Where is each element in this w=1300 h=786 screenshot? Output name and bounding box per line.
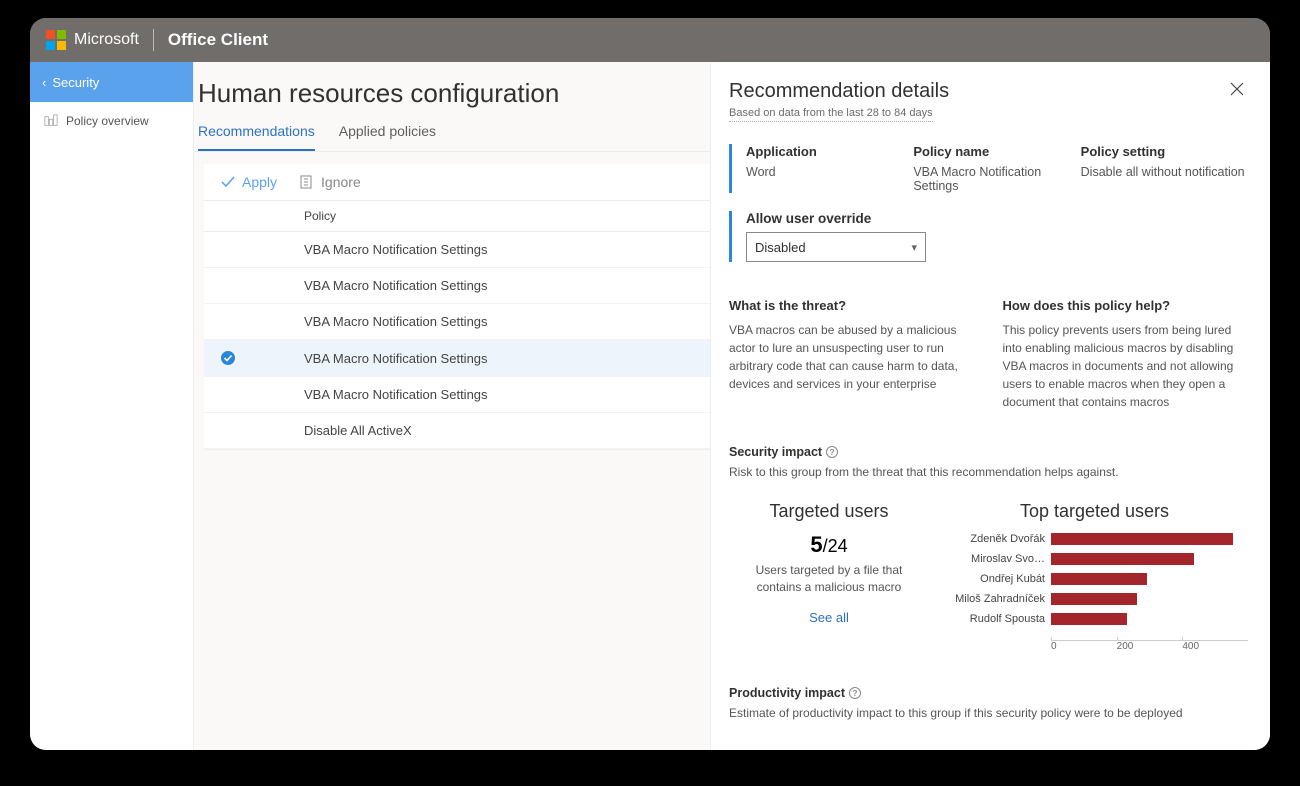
chart-axis-tick: 400 [1182, 641, 1248, 652]
sidebar-item-policy-overview[interactable]: Policy overview [30, 102, 193, 140]
chart-bar-row: Ondřej Kubát [941, 570, 1248, 588]
targeted-title: Targeted users [729, 501, 929, 522]
recommendation-details-panel: Recommendation details Based on data fro… [710, 62, 1270, 750]
targeted-caption: Users targeted by a file that contains a… [749, 562, 909, 596]
override-label: Allow user override [746, 211, 1248, 226]
sidebar: ‹ Security Policy overview [30, 62, 194, 750]
chevron-left-icon: ‹ [42, 75, 46, 90]
productivity-impact-sub: Estimate of productivity impact to this … [729, 706, 1248, 720]
productivity-impact-heading: Productivity impact ? [729, 686, 1248, 700]
chart-bar-fill [1051, 533, 1233, 545]
policy-setting-value: Disable all without notification [1081, 165, 1248, 179]
chart-bar-label: Miroslav Svo… [941, 553, 1051, 565]
top-targeted-users-chart: Top targeted users Zdeněk Dvořák Miroslav… [941, 501, 1248, 652]
policy-help-heading: How does this policy help? [1003, 298, 1249, 313]
brand-name: Microsoft [74, 31, 139, 49]
chart-axis-tick: 0 [1051, 641, 1117, 652]
checkmark-icon [220, 174, 236, 190]
chart-bar-row: Miroslav Svo… [941, 550, 1248, 568]
chart-bar-label: Zdeněk Dvořák [941, 533, 1051, 545]
close-button[interactable] [1226, 80, 1248, 103]
details-subtitle: Based on data from the last 28 to 84 day… [729, 107, 933, 122]
application-value: Word [746, 165, 913, 179]
ignore-button[interactable]: Ignore [299, 174, 361, 190]
chart-bar-label: Ondřej Kubát [941, 573, 1051, 585]
override-dropdown[interactable]: Disabled ▾ [746, 232, 926, 262]
policy-name-value: VBA Macro Notification Settings [913, 165, 1080, 193]
policy-help-text: This policy prevents users from being lu… [1003, 321, 1249, 411]
chart-bar-fill [1051, 613, 1127, 625]
security-impact-heading: Security impact ? [729, 445, 1248, 459]
global-header: Microsoft Office Client [30, 18, 1270, 62]
chevron-down-icon: ▾ [911, 241, 917, 254]
apply-button[interactable]: Apply [220, 174, 277, 190]
chart-bar-label: Rudolf Spousta [941, 613, 1051, 625]
chart-bar-label: Miloš Zahradníček [941, 593, 1051, 605]
chart-bar-fill [1051, 553, 1194, 565]
see-all-link[interactable]: See all [729, 610, 929, 625]
sidebar-item-label: Policy overview [66, 114, 149, 128]
details-title: Recommendation details [729, 80, 949, 103]
tab-applied-policies[interactable]: Applied policies [339, 123, 436, 151]
close-icon [1230, 82, 1244, 96]
row-check-icon[interactable] [218, 350, 238, 366]
chart-bar-fill [1051, 573, 1147, 585]
application-label: Application [746, 144, 913, 159]
chart-bar-row: Zdeněk Dvořák [941, 530, 1248, 548]
policy-setting-label: Policy setting [1081, 144, 1248, 159]
microsoft-logo: Microsoft [46, 30, 139, 50]
policy-name-label: Policy name [913, 144, 1080, 159]
security-impact-sub: Risk to this group from the threat that … [729, 465, 1248, 479]
chart-bar-row: Rudolf Spousta [941, 610, 1248, 628]
microsoft-logo-icon [46, 30, 66, 50]
targeted-count: 5/24 [729, 532, 929, 558]
info-icon[interactable]: ? [826, 446, 838, 458]
threat-heading: What is the threat? [729, 298, 975, 313]
targeted-users-stat: Targeted users 5/24 Users targeted by a … [729, 501, 929, 652]
sidebar-back-label: Security [52, 75, 99, 90]
chart-title: Top targeted users [941, 501, 1248, 522]
info-icon[interactable]: ? [849, 687, 861, 699]
ignore-icon [299, 174, 315, 190]
policy-overview-icon [44, 114, 58, 128]
tab-recommendations[interactable]: Recommendations [198, 123, 315, 151]
sidebar-back-security[interactable]: ‹ Security [30, 62, 193, 102]
header-divider [153, 29, 154, 51]
chart-bar-fill [1051, 593, 1137, 605]
chart-bar-row: Miloš Zahradníček [941, 590, 1248, 608]
threat-text: VBA macros can be abused by a malicious … [729, 321, 975, 393]
chart-axis-tick: 200 [1117, 641, 1183, 652]
app-name: Office Client [168, 30, 268, 50]
